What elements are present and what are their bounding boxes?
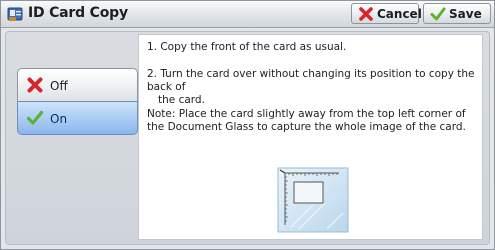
cancel-button[interactable]: Cancel — [351, 3, 422, 24]
instructions-box: 1. Copy the front of the card as usual. … — [138, 34, 483, 240]
content-panel: Off On 1. Copy the front of the card as … — [5, 31, 490, 245]
option-off-label: Off — [50, 79, 68, 93]
instruction-note: Note: Place the card slightly away from … — [147, 108, 466, 133]
save-button[interactable]: Save — [423, 3, 491, 24]
cancel-button-label: Cancel — [377, 7, 422, 21]
option-on-button[interactable]: On — [17, 101, 138, 135]
instruction-step-2-line-2: the card. — [158, 94, 205, 106]
instruction-step-2-line-1: 2. Turn the card over without changing i… — [147, 68, 475, 93]
option-off-button[interactable]: Off — [17, 68, 138, 102]
green-check-icon — [430, 7, 446, 21]
id-card-copy-icon — [7, 7, 23, 21]
instruction-step-1: 1. Copy the front of the card as usual. — [147, 41, 347, 53]
red-x-icon — [359, 7, 373, 21]
save-button-label: Save — [449, 7, 482, 21]
id-card-copy-screen: ID Card Copy Cancel Save Off On 1. Copy … — [0, 0, 495, 250]
option-on-label: On — [50, 112, 68, 126]
card-on-glass-icon — [277, 167, 349, 233]
instruction-step-2: 2. Turn the card over without changing i… — [147, 68, 477, 107]
page-title: ID Card Copy — [28, 5, 128, 21]
red-x-icon — [27, 77, 43, 93]
title-bar: ID Card Copy Cancel Save — [1, 1, 494, 28]
green-check-icon — [26, 110, 44, 125]
